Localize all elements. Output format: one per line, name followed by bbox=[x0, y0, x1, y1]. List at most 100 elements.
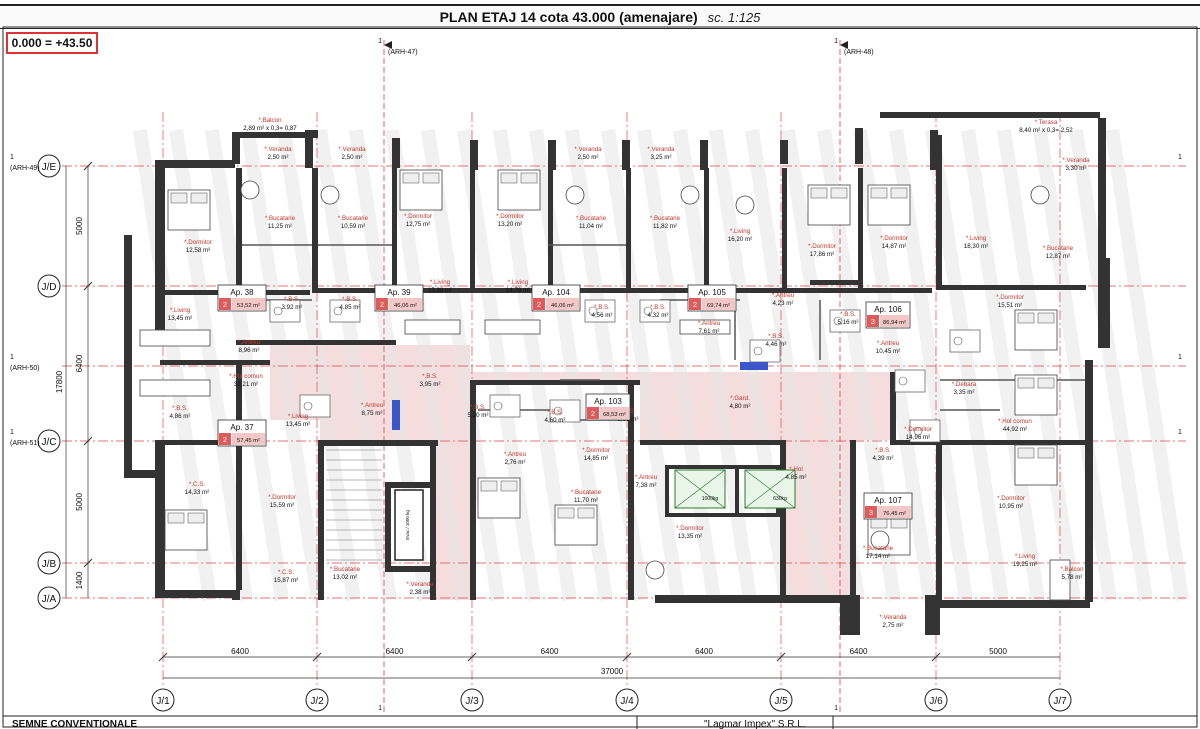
bathroom-fixture bbox=[584, 299, 616, 323]
sofa bbox=[139, 329, 211, 347]
section-arrow bbox=[384, 41, 392, 49]
shadow-stripe bbox=[1069, 128, 1153, 602]
room-area: 14,87 m² bbox=[882, 243, 906, 250]
apartment-tag bbox=[531, 284, 581, 312]
apartment-name: Ap. 37 bbox=[230, 423, 254, 432]
room-name: *.Antreu bbox=[504, 451, 527, 458]
wall-segment bbox=[1085, 520, 1093, 602]
section-number: 1 bbox=[378, 38, 382, 45]
row-axis-bubble bbox=[37, 154, 61, 178]
table bbox=[680, 185, 700, 205]
apartment-tag bbox=[217, 284, 267, 312]
room-name: *.Bucatarie bbox=[1043, 245, 1074, 252]
dim-left-total: 17800 bbox=[55, 370, 64, 393]
section-ref: (ARH-48) bbox=[844, 49, 874, 56]
room-area: 5,16 m² bbox=[838, 319, 859, 326]
wall-segment bbox=[735, 465, 739, 515]
elevator-cross bbox=[674, 469, 726, 509]
room-area: 18,30 m² bbox=[964, 243, 988, 250]
room-name: *.B.S. bbox=[620, 408, 636, 415]
apartment-rooms-badge bbox=[219, 298, 231, 310]
wall-segment bbox=[700, 140, 708, 170]
room-name: *.Hol comun bbox=[229, 373, 263, 380]
room-name: *.B.S. bbox=[422, 373, 438, 380]
room-area: 4,85 m² bbox=[786, 474, 807, 481]
title-bar: PLAN ETAJ 14 cota 43.000 (amenajare) sc.… bbox=[0, 4, 1200, 29]
toilet bbox=[493, 401, 503, 411]
room-area: 3,35 m² bbox=[954, 389, 975, 396]
room-area: 11,25 m² bbox=[268, 223, 292, 230]
room-name: *.B.S. bbox=[342, 296, 358, 303]
room-name: *.Living bbox=[430, 279, 451, 286]
apartment-rooms: 2 bbox=[223, 300, 227, 309]
row-section-ref: (ARH-51) bbox=[10, 440, 40, 447]
bathroom-fixture bbox=[949, 329, 981, 353]
apartment-area-box bbox=[600, 407, 629, 419]
room-name: *.B.S. bbox=[172, 405, 188, 412]
room-area: 15,87 m² bbox=[274, 577, 298, 584]
dim-bottom-value: 6400 bbox=[386, 647, 404, 656]
pillow bbox=[520, 172, 538, 184]
room-area: 4,85 m² bbox=[340, 304, 361, 311]
apartment-rooms-badge bbox=[533, 298, 545, 310]
row-section-ref: (ARH-50) bbox=[10, 365, 40, 372]
room-name: *.Veranda bbox=[879, 614, 907, 621]
room-area: 14,76 m² bbox=[506, 287, 530, 294]
table bbox=[735, 195, 755, 215]
apartment-area-box bbox=[232, 433, 265, 445]
wall-segment bbox=[392, 138, 400, 168]
column-axis-bubble bbox=[305, 688, 329, 712]
apartment-area: 57,45 m² bbox=[237, 438, 260, 444]
bed bbox=[554, 504, 598, 546]
row-section-number: 1 bbox=[10, 354, 14, 361]
wall-segment bbox=[936, 285, 1086, 290]
kitchen-counter bbox=[392, 400, 400, 430]
table bbox=[240, 180, 260, 200]
apartment-area: 86,94 m² bbox=[883, 320, 906, 326]
apartment-area: 69,74 m² bbox=[707, 303, 730, 309]
room-name: *.Living bbox=[170, 307, 191, 314]
apartment-area-box bbox=[232, 298, 265, 310]
wall-segment bbox=[665, 465, 780, 469]
wall-segment bbox=[782, 288, 932, 293]
room-area: 7,38 m² bbox=[636, 482, 657, 489]
room-area: 5,78 m² bbox=[1062, 574, 1083, 581]
shadow-stripe bbox=[817, 128, 901, 602]
column-axis-label: J/4 bbox=[620, 696, 634, 707]
shadow-stripe bbox=[601, 128, 685, 602]
room-name: *.B.S. bbox=[768, 333, 784, 340]
apartment-name: Ap. 38 bbox=[230, 288, 254, 297]
toilet bbox=[273, 306, 283, 316]
wall-segment bbox=[858, 168, 863, 288]
dim-left-value: 6400 bbox=[75, 354, 84, 372]
apartment-rooms-badge bbox=[867, 315, 879, 327]
shadow-stripe bbox=[1033, 128, 1117, 602]
room-area: 12,87 m² bbox=[1046, 253, 1070, 260]
wall-segment bbox=[236, 365, 242, 445]
pillow bbox=[577, 507, 595, 519]
room-name: *.C.S. bbox=[278, 569, 294, 576]
apartment-rooms: 2 bbox=[380, 300, 384, 309]
toilet bbox=[953, 336, 963, 346]
elevator-car bbox=[744, 469, 796, 509]
dim-left-value: 5000 bbox=[75, 493, 84, 511]
wall-segment bbox=[782, 168, 787, 288]
pillow bbox=[890, 187, 908, 199]
room-area: 11,04 m² bbox=[579, 223, 603, 230]
room-area: 2,50 m² bbox=[342, 154, 363, 161]
pillow bbox=[1037, 377, 1055, 389]
room-name: *.Veranda bbox=[574, 146, 602, 153]
room-name: *.Antreu bbox=[772, 292, 795, 299]
toilet bbox=[898, 376, 908, 386]
apartment-rooms: 3 bbox=[871, 317, 875, 326]
row-section-number: 1 bbox=[10, 154, 14, 161]
room-name: *.B.S. bbox=[875, 447, 891, 454]
room-name: *.Bucatarie bbox=[330, 566, 361, 573]
section-number: 1 bbox=[834, 38, 838, 45]
wall-segment bbox=[776, 465, 780, 515]
room-name: *.B.S. bbox=[547, 409, 563, 416]
elevator-cross bbox=[744, 469, 796, 509]
dim-left-value: 1400 bbox=[75, 571, 84, 589]
room-name: *.Antreu bbox=[635, 474, 658, 481]
pillow bbox=[557, 507, 575, 519]
